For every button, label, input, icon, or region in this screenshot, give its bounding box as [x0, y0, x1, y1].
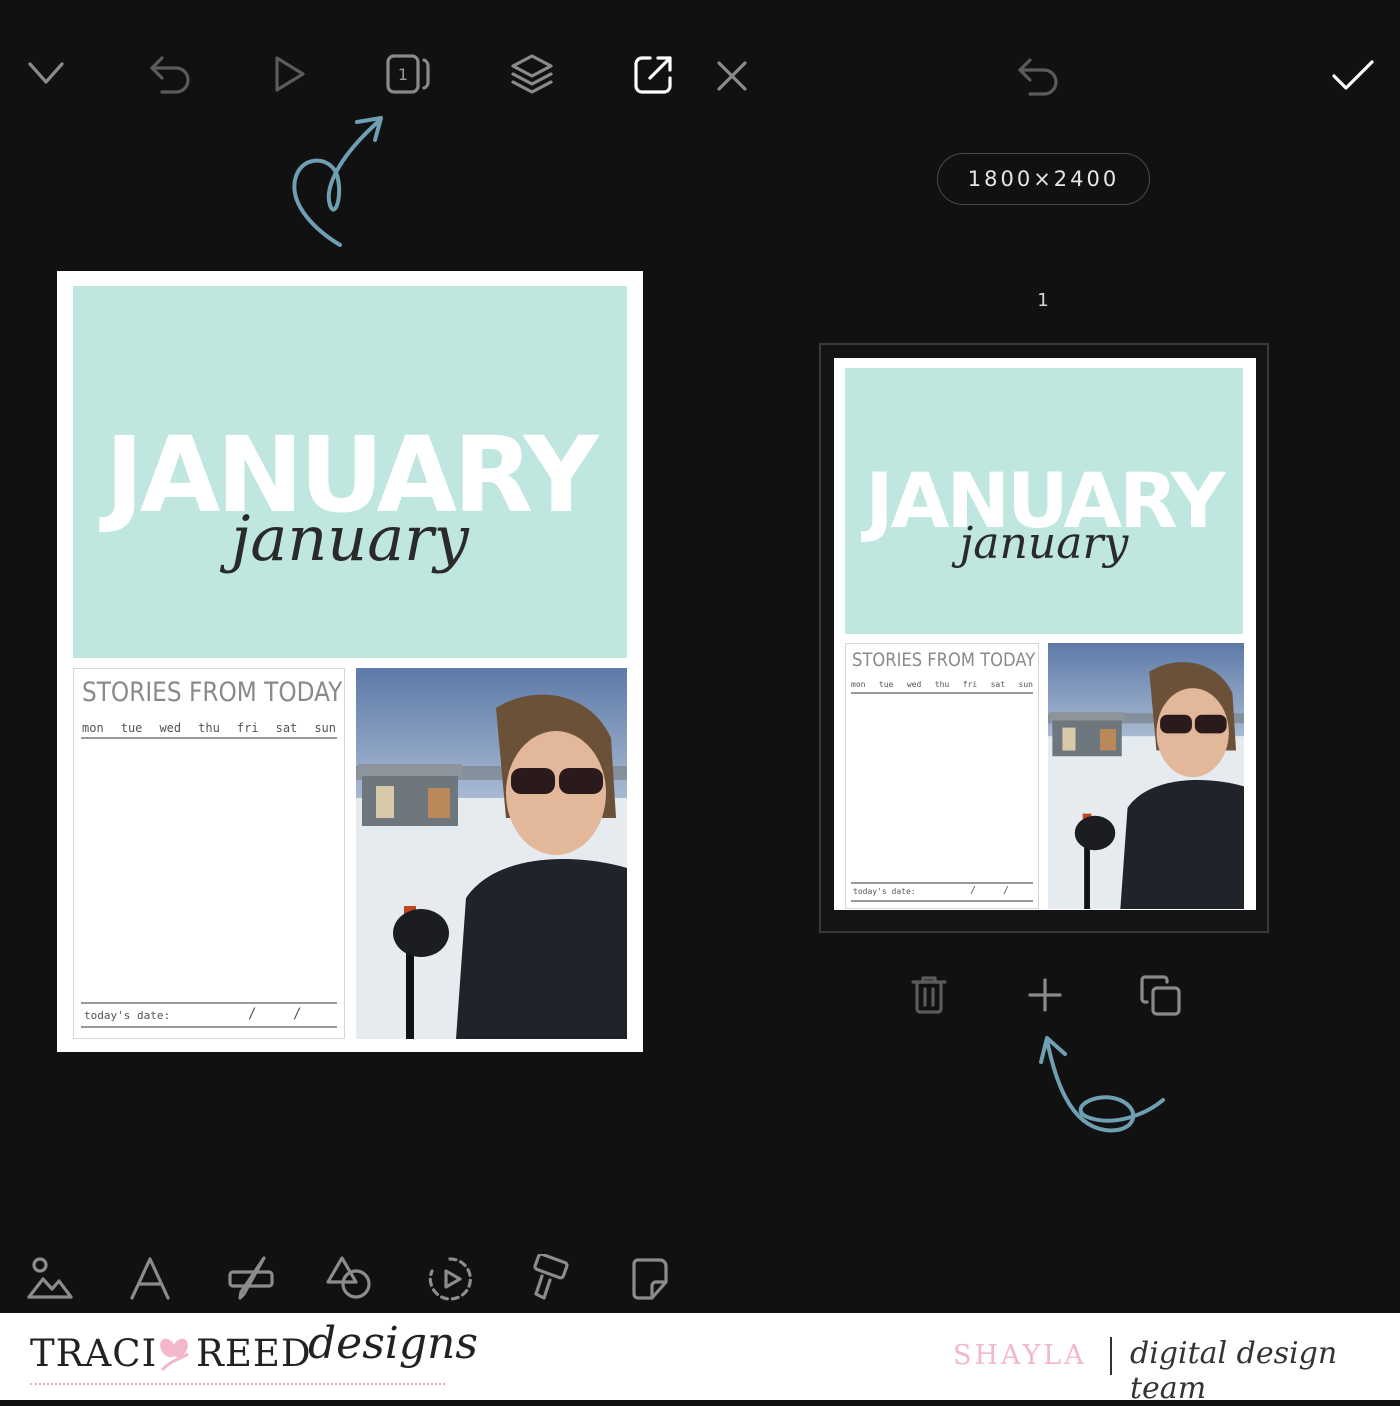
weekday-label: mon — [851, 680, 866, 689]
photo[interactable] — [356, 668, 627, 1039]
undo-icon[interactable] — [1016, 56, 1062, 96]
journal-card: STORIES FROM TODAY mon tue wed thu fri s… — [845, 643, 1039, 909]
weekday-label: sat — [990, 680, 1006, 689]
plus-icon[interactable] — [1026, 976, 1064, 1014]
animation-icon[interactable] — [426, 1255, 474, 1303]
weekday-label: tue — [120, 721, 143, 735]
weekday-label: tue — [878, 680, 894, 689]
chevron-down-icon[interactable] — [26, 56, 66, 90]
undo-icon[interactable] — [148, 54, 194, 94]
brand-name: TRACI — [30, 1332, 158, 1375]
brand-name: REED — [196, 1332, 312, 1375]
date-separator: / — [1003, 885, 1010, 896]
paint-icon[interactable] — [526, 1254, 574, 1302]
layers-icon[interactable] — [509, 52, 555, 96]
weekday-label: fri — [236, 721, 259, 735]
checkmark-icon[interactable] — [1330, 58, 1376, 94]
brush-icon[interactable] — [226, 1254, 276, 1302]
journal-card[interactable]: STORIES FROM TODAY mon tue wed thu fri s… — [73, 668, 345, 1039]
page-number: 1 — [1037, 290, 1049, 311]
weekday-label: sun — [1018, 680, 1033, 689]
image-icon[interactable] — [26, 1255, 74, 1301]
date-separator: / — [248, 1006, 257, 1022]
weekday-label: sun — [314, 721, 336, 735]
layout-canvas[interactable]: JANUARY january STORIES FROM TODAY mon t… — [57, 271, 643, 1052]
team-label: digital design team — [1130, 1336, 1338, 1406]
journal-rule — [81, 1026, 337, 1028]
trash-icon[interactable] — [910, 974, 948, 1016]
title-script: january — [959, 518, 1129, 569]
weekday-row: mon tue wed thu fri sat sun — [851, 680, 1033, 689]
weekday-label: mon — [82, 721, 104, 735]
journal-rule — [851, 882, 1033, 884]
canvas-size-badge[interactable]: 1800×2400 — [937, 153, 1150, 205]
weekday-label: sat — [275, 721, 298, 735]
journal-title: STORIES FROM TODAY — [852, 649, 1036, 671]
journal-rule — [81, 1002, 337, 1004]
member-name: SHAYLA — [953, 1340, 1087, 1371]
annotation-arrow-icon — [285, 110, 395, 250]
brand-script: designs — [308, 1318, 478, 1369]
weekday-label: wed — [906, 680, 922, 689]
date-separator: / — [293, 1006, 302, 1022]
journal-rule — [81, 737, 337, 739]
weekday-label: fri — [962, 680, 978, 689]
weekday-label: thu — [934, 680, 950, 689]
date-separator: / — [970, 885, 977, 896]
weekday-label: wed — [159, 721, 182, 735]
title-panel: JANUARY january — [845, 368, 1243, 634]
page-thumbnail-frame[interactable]: JANUARY january STORIES FROM TODAY mon t… — [819, 343, 1269, 933]
title-script: january — [231, 502, 469, 575]
title-panel: JANUARY january — [73, 286, 627, 658]
journal-title: STORIES FROM TODAY — [82, 677, 343, 708]
export-icon[interactable] — [632, 52, 676, 96]
date-label: today's date: — [84, 1009, 171, 1022]
photo — [1048, 643, 1244, 909]
duplicate-icon[interactable] — [1139, 974, 1183, 1018]
weekday-row: mon tue wed thu fri sat sun — [82, 721, 336, 735]
weekday-label: thu — [198, 721, 220, 735]
close-icon[interactable] — [714, 58, 750, 94]
text-icon[interactable] — [128, 1255, 172, 1301]
flower-logo-icon — [154, 1334, 194, 1374]
page-thumbnail[interactable]: JANUARY january STORIES FROM TODAY mon t… — [834, 358, 1256, 910]
sticker-icon[interactable] — [630, 1256, 672, 1302]
annotation-arrow-icon — [1035, 1030, 1170, 1140]
pages-badge: 1 — [398, 65, 408, 84]
brand-underline — [30, 1383, 445, 1387]
journal-rule — [851, 692, 1033, 694]
journal-rule — [851, 900, 1033, 902]
play-icon[interactable] — [272, 54, 308, 94]
date-label: today's date: — [853, 887, 916, 896]
pages-icon[interactable]: 1 — [384, 52, 434, 96]
shapes-icon[interactable] — [324, 1254, 374, 1302]
footer-divider — [1110, 1337, 1112, 1375]
